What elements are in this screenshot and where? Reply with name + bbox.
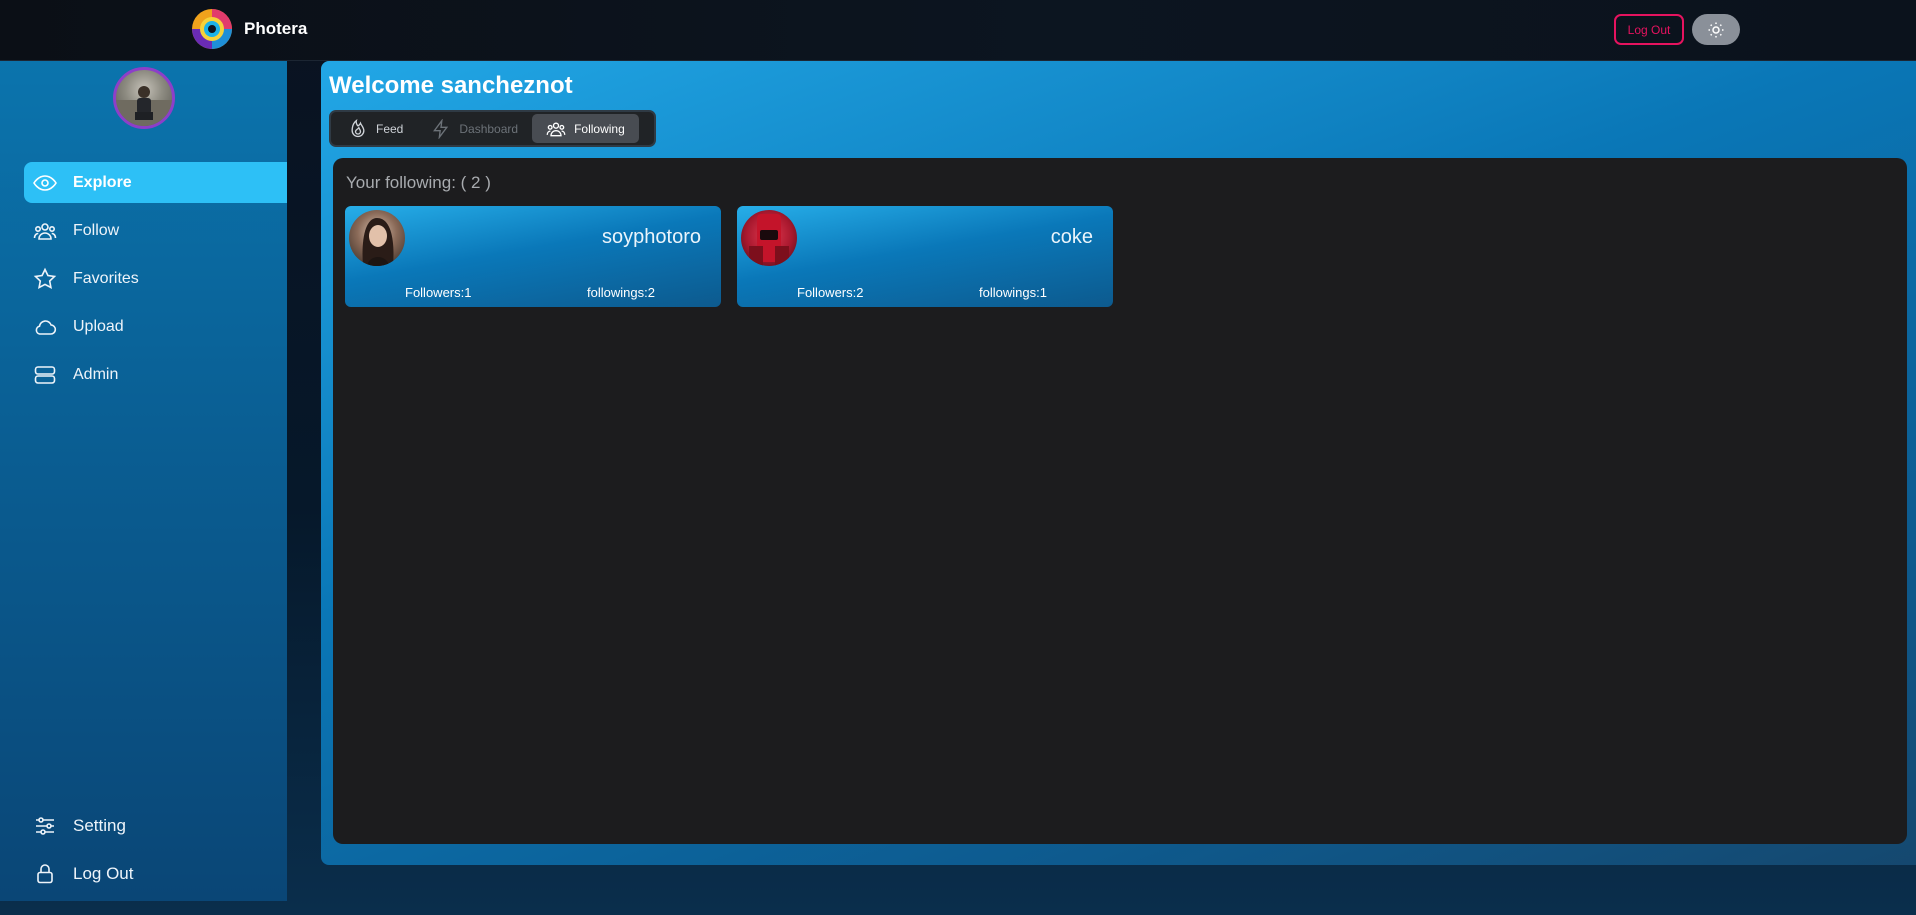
user-photo bbox=[362, 218, 394, 266]
following-list: soyphotoro Followers:1 followings:2 coke… bbox=[345, 206, 1113, 307]
sidebar-bottom: Setting Log Out bbox=[24, 805, 287, 901]
sidebar-item-upload[interactable]: Upload bbox=[24, 306, 287, 347]
brand[interactable]: Photera bbox=[190, 7, 307, 51]
avatar[interactable] bbox=[349, 210, 405, 266]
tab-label: Feed bbox=[376, 121, 404, 136]
sidebar-item-label: Admin bbox=[73, 365, 119, 383]
followers-count: Followers:1 bbox=[405, 285, 472, 300]
followings-count: followings:2 bbox=[587, 285, 655, 300]
main-panel: Welcome sancheznot Feed Dashboard Follow… bbox=[321, 61, 1916, 865]
fire-icon bbox=[351, 118, 365, 137]
sidebar-item-label: Explore bbox=[73, 173, 132, 191]
avatar[interactable] bbox=[741, 210, 797, 266]
tab-label: Dashboard bbox=[459, 121, 519, 136]
sidebar-item-favorites[interactable]: Favorites bbox=[24, 258, 287, 299]
users-icon bbox=[33, 222, 57, 240]
sliders-icon bbox=[36, 816, 54, 835]
users-icon bbox=[546, 122, 566, 136]
tab-bar: Feed Dashboard Following bbox=[329, 110, 656, 147]
following-panel: Your following: ( 2 ) soyphotoro Followe… bbox=[333, 158, 1907, 844]
sidebar-item-label: Setting bbox=[73, 815, 126, 835]
cloud-icon bbox=[35, 319, 57, 335]
avatar[interactable] bbox=[113, 67, 175, 129]
user-photo bbox=[116, 86, 172, 126]
lock-icon bbox=[37, 863, 53, 883]
following-count-title: Your following: ( 2 ) bbox=[346, 173, 491, 192]
tab-dashboard[interactable]: Dashboard bbox=[417, 114, 532, 143]
user-photo bbox=[749, 214, 789, 266]
username[interactable]: coke bbox=[1051, 226, 1093, 249]
page-title: Welcome sancheznot bbox=[329, 72, 573, 99]
username[interactable]: soyphotoro bbox=[602, 226, 701, 249]
tab-following[interactable]: Following bbox=[532, 114, 639, 143]
photera-logo-icon bbox=[192, 9, 232, 49]
sidebar-item-label: Follow bbox=[73, 221, 120, 239]
app-name: Photera bbox=[244, 19, 308, 38]
followers-count: Followers:2 bbox=[797, 285, 864, 300]
sidebar-item-follow[interactable]: Follow bbox=[24, 210, 287, 251]
theme-toggle[interactable] bbox=[1692, 14, 1740, 45]
sidebar-nav: Explore Follow Favorites Upload Admin bbox=[24, 162, 287, 402]
star-icon bbox=[33, 267, 57, 289]
bolt-icon bbox=[433, 118, 449, 139]
top-bar: Photera Log Out bbox=[0, 0, 1916, 61]
logout-button[interactable]: Log Out bbox=[1614, 14, 1684, 45]
sidebar-item-label: Upload bbox=[73, 317, 124, 335]
following-card[interactable]: coke Followers:2 followings:1 bbox=[737, 206, 1113, 307]
sidebar: Explore Follow Favorites Upload Admin Se… bbox=[0, 61, 287, 901]
tab-label: Following bbox=[574, 121, 625, 136]
eye-icon bbox=[33, 174, 57, 191]
followings-count: followings:1 bbox=[979, 285, 1047, 300]
sun-icon bbox=[1708, 22, 1724, 37]
sidebar-item-setting[interactable]: Setting bbox=[24, 805, 287, 846]
sidebar-item-logout[interactable]: Log Out bbox=[24, 853, 287, 894]
tab-feed[interactable]: Feed bbox=[334, 114, 417, 143]
sidebar-item-label: Log Out bbox=[73, 863, 134, 883]
sidebar-item-label: Favorites bbox=[73, 269, 139, 287]
server-icon bbox=[34, 365, 56, 384]
sidebar-item-explore[interactable]: Explore bbox=[24, 162, 287, 203]
following-card[interactable]: soyphotoro Followers:1 followings:2 bbox=[345, 206, 721, 307]
sidebar-item-admin[interactable]: Admin bbox=[24, 354, 287, 395]
